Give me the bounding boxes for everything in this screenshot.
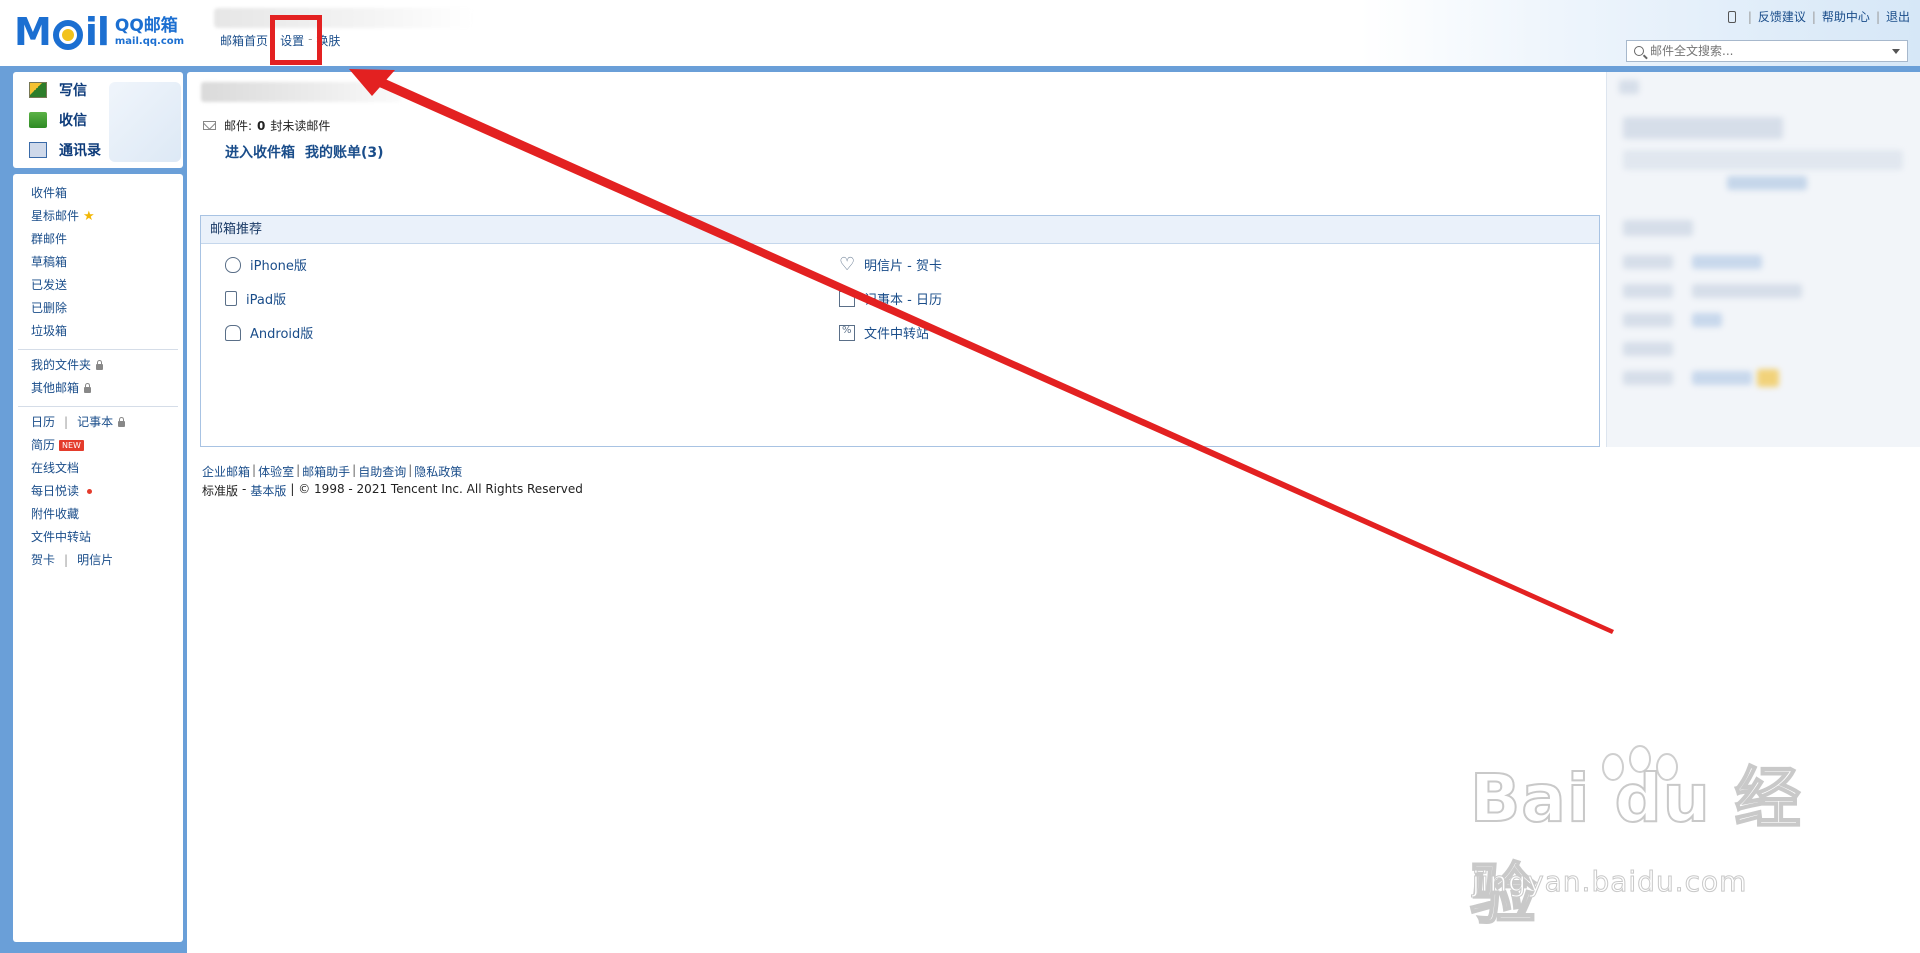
annotation-highlight-box [270,15,322,65]
greeting-card-link[interactable]: 贺卡 [31,549,55,572]
sidebar-item-deleted[interactable]: 已删除 [13,297,183,320]
notebook-link[interactable]: 记事本 [77,411,113,434]
my-bill-link[interactable]: 我的账单(3) [305,142,384,162]
compose-button[interactable]: 写信 [29,80,87,100]
nav-home-link[interactable]: 邮箱首页 [220,32,268,49]
sidebar-item-sent[interactable]: 已发送 [13,274,183,297]
standard-version-label: 标准版 [202,484,239,498]
sidebar-divider [18,406,178,407]
file-transfer-link[interactable]: 文件中转站 [839,323,929,342]
logo-brand-cn: QQ邮箱 [114,15,178,36]
footer-copyright: 标准版 - 基本版 | © 1998 - 2021 Tencent Inc. A… [202,482,583,499]
download-icon [29,112,47,128]
sidebar: 写信 收信 通讯录 收件箱 星标邮件 ★ 群邮件 草稿箱 已发送 已删除 垃圾箱 … [13,72,183,946]
lock-icon [96,359,104,370]
heart-icon: ♡ [839,253,856,275]
lock-icon [118,416,126,427]
notebook-calendar-link[interactable]: 记事本 - 日历 [839,289,942,308]
sidebar-item-spam[interactable]: 垃圾箱 [13,320,183,343]
lock-icon [84,382,92,393]
recommend-title: 邮箱推荐 [201,216,1599,244]
contacts-button[interactable]: 通讯录 [29,140,101,160]
sidebar-item-calendar-notebook: 日历 | 记事本 [13,411,183,434]
footer-link-lab[interactable]: 体验室 [258,463,294,480]
unread-count: 0 [257,118,266,133]
sidebar-item-my-folders[interactable]: 我的文件夹 [13,354,183,377]
help-center-link[interactable]: 帮助中心 [1822,8,1870,25]
android-version-link[interactable]: Android版 [225,323,313,342]
sidebar-divider [18,349,178,350]
greeting-blurred [201,82,401,102]
recommend-panel: 邮箱推荐 iPhone版 iPad版 Android版 ♡ 明信片 - 贺卡 记… [200,215,1600,447]
sidebar-item-other-mailboxes[interactable]: 其他邮箱 [13,377,183,400]
watermark-url: jingyan.baidu.com [1471,865,1748,899]
android-icon [225,324,241,341]
ipad-version-link[interactable]: iPad版 [225,289,286,308]
watermark-brand: Bai du 经验 [1469,759,1802,934]
chevron-down-icon[interactable] [1892,48,1900,54]
quick-links: 进入收件箱 我的账单(3) [225,142,384,162]
enter-inbox-link[interactable]: 进入收件箱 [225,142,295,162]
sidebar-item-attachments[interactable]: 附件收藏 [13,503,183,526]
mail-summary: 邮件: 0 封未读邮件 [203,117,330,134]
footer-link-enterprise[interactable]: 企业邮箱 [202,463,250,480]
account-name-blurred [214,8,474,28]
receive-button[interactable]: 收信 [29,110,87,130]
notebook-icon [839,290,855,307]
sidebar-item-drafts[interactable]: 草稿箱 [13,251,183,274]
sidebar-item-starred[interactable]: 星标邮件 ★ [13,205,183,228]
iphone-version-link[interactable]: iPhone版 [225,255,307,274]
sidebar-item-docs[interactable]: 在线文档 [13,457,183,480]
mail-search-input[interactable] [1650,44,1880,58]
feedback-link[interactable]: 反馈建议 [1758,8,1806,25]
footer-links: 企业邮箱 | 体验室 | 邮箱助手 | 自助查询 | 隐私政策 [202,463,463,480]
file-transfer-icon [839,324,855,341]
sidebar-item-file-transfer[interactable]: 文件中转站 [13,526,183,549]
postcard-card-link[interactable]: ♡ 明信片 - 贺卡 [839,255,942,274]
right-info-panel-blurred [1606,72,1920,447]
contact-card-icon [29,142,47,158]
baidu-jingyan-watermark: Bai du 经验 jingyan.baidu.com [1469,745,1820,934]
logo-mail-word: Mil [14,10,110,54]
folder-list: 收件箱 星标邮件 ★ 群邮件 草稿箱 已发送 已删除 垃圾箱 我的文件夹 其他邮箱… [13,174,183,942]
sidebar-item-daily-reading[interactable]: 每日悦读 [13,480,183,503]
mail-search-box[interactable] [1626,40,1908,62]
footer-link-privacy[interactable]: 隐私政策 [414,463,462,480]
star-icon: ★ [83,209,95,224]
postcard-link[interactable]: 明信片 [77,549,113,572]
apple-icon [225,256,241,273]
new-badge: NEW [59,440,84,451]
sidebar-item-group[interactable]: 群邮件 [13,228,183,251]
search-icon [1634,46,1644,56]
ipad-icon [225,291,237,306]
sidebar-item-resume[interactable]: 简历 NEW [13,434,183,457]
footer-link-assistant[interactable]: 邮箱助手 [302,463,350,480]
logout-link[interactable]: 退出 [1886,8,1910,25]
footer-link-self-service[interactable]: 自助查询 [358,463,406,480]
unread-dot [87,489,93,494]
logo-url: mail.qq.com [114,35,185,47]
sidebar-actions: 写信 收信 通讯录 [13,72,183,168]
basic-version-link[interactable]: 基本版 [250,482,286,499]
sidebar-item-cards: 贺卡 | 明信片 [13,549,183,572]
envelope-icon [203,121,216,130]
top-right-links: | 反馈建议 | 帮助中心 | 退出 [1727,8,1910,25]
qq-mail-logo[interactable]: Mil QQ邮箱 mail.qq.com [14,12,184,52]
penguin-decoration [109,82,181,162]
pencil-icon [29,82,47,98]
calendar-link[interactable]: 日历 [31,411,55,434]
sidebar-item-inbox[interactable]: 收件箱 [13,182,183,205]
copyright-text: | © 1998 - 2021 Tencent Inc. All Rights … [290,482,583,496]
mobile-phone-icon[interactable] [1727,10,1736,23]
